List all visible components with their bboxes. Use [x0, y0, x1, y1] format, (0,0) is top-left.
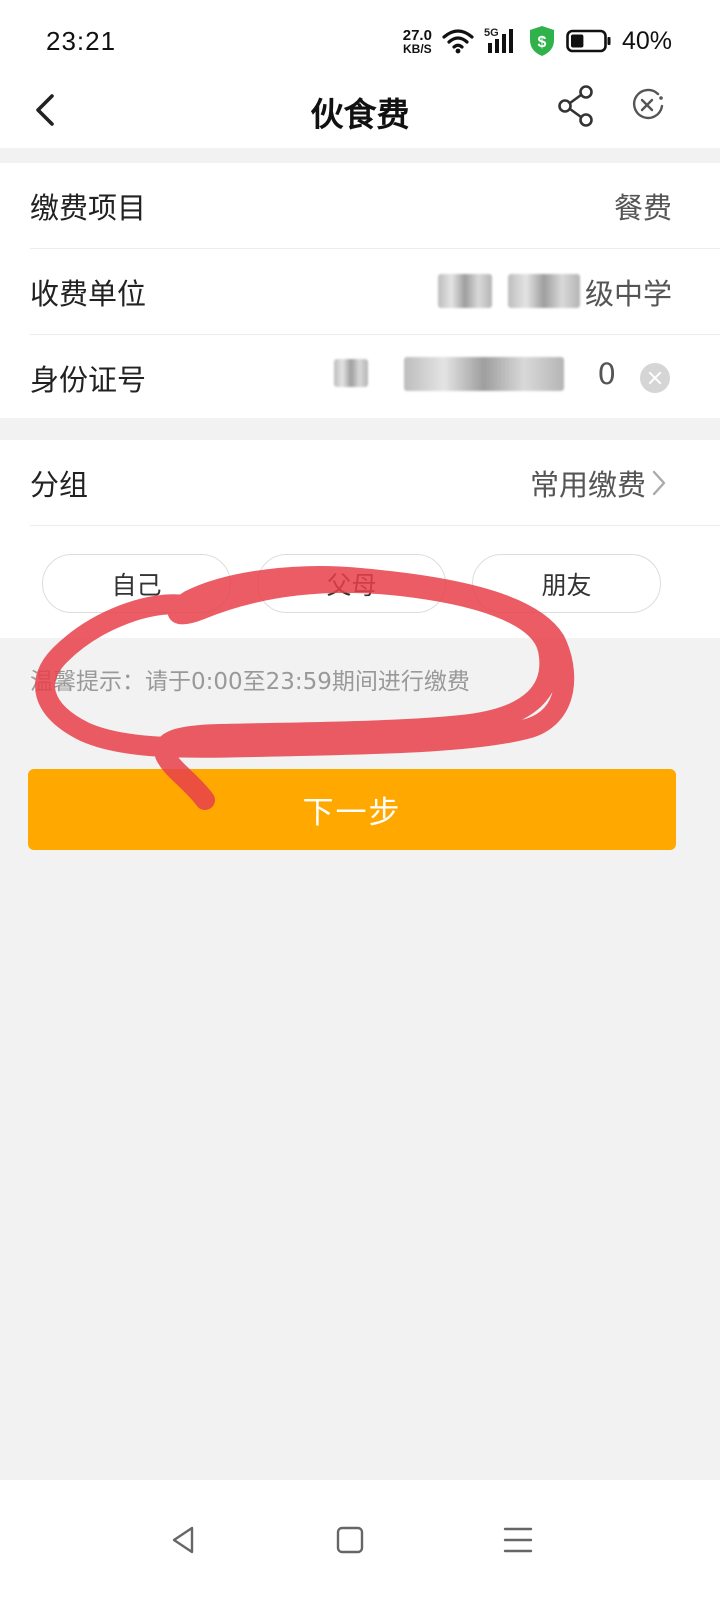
group-value[interactable]: 常用缴费 [530, 462, 646, 504]
page-title: 伙食费 [310, 95, 410, 134]
net-speed-value: 27.0 [402, 26, 432, 44]
status-icons: 27.0 KB/S 5G $ 40% [403, 24, 672, 58]
net-speed-unit: KB/S [403, 41, 432, 56]
payment-item-value: 餐费 [613, 191, 672, 225]
chip-parents[interactable]: 父母 [257, 554, 446, 613]
battery-icon [566, 29, 611, 53]
status-time: 23:21 [46, 26, 117, 56]
cellular-signal: 5G [484, 27, 518, 55]
payee-row: 收费单位 级中学 [0, 249, 720, 334]
next-step-button[interactable]: 下一步 [28, 769, 676, 850]
wifi-icon [442, 29, 474, 54]
payee-label: 收费单位 [30, 277, 147, 311]
payment-item-row: 缴费项目 餐费 [0, 163, 720, 248]
battery-percent: 40% [621, 26, 672, 55]
redacted-text [508, 274, 580, 308]
svg-text:$: $ [538, 34, 547, 51]
chip-self[interactable]: 自己 [42, 554, 231, 613]
id-number-row[interactable]: 身份证号 0 [0, 335, 720, 420]
payment-info-card: 缴费项目 餐费 收费单位 级中学 身份证号 0 [0, 163, 720, 418]
security-shield-icon: $ [529, 26, 554, 56]
divider [30, 525, 720, 526]
share-icon[interactable] [556, 84, 596, 128]
home-square-icon[interactable] [330, 1518, 370, 1562]
group-label: 分组 [30, 468, 89, 502]
redacted-text [334, 359, 368, 387]
redacted-text [404, 357, 564, 391]
back-triangle-icon[interactable] [164, 1518, 204, 1562]
id-number-label: 身份证号 [30, 363, 147, 397]
menu-lines-icon[interactable] [498, 1518, 538, 1562]
chevron-right-icon[interactable] [650, 468, 668, 498]
payment-item-label: 缴费项目 [30, 191, 147, 225]
close-mini-program-icon[interactable] [628, 86, 668, 126]
signal-bars-icon [487, 29, 513, 53]
clear-input-icon[interactable] [640, 363, 670, 393]
group-card: 分组 常用缴费 自己 父母 朋友 [0, 440, 720, 638]
payment-time-tip: 温馨提示：请于0:00至23:59期间进行缴费 [30, 669, 470, 695]
redacted-text [438, 274, 492, 308]
net-speed: 27.0 KB/S [403, 28, 432, 55]
payee-value: 级中学 [584, 277, 672, 311]
id-number-value[interactable]: 0 [598, 357, 616, 391]
group-row[interactable]: 分组 常用缴费 [0, 440, 720, 525]
nav-bar: 伙食费 [0, 80, 720, 148]
chip-friends[interactable]: 朋友 [472, 554, 661, 613]
status-bar: 23:21 27.0 KB/S 5G $ 40% [0, 0, 720, 80]
group-chips: 自己 父母 朋友 [42, 554, 661, 613]
system-nav-bar [0, 1480, 720, 1609]
